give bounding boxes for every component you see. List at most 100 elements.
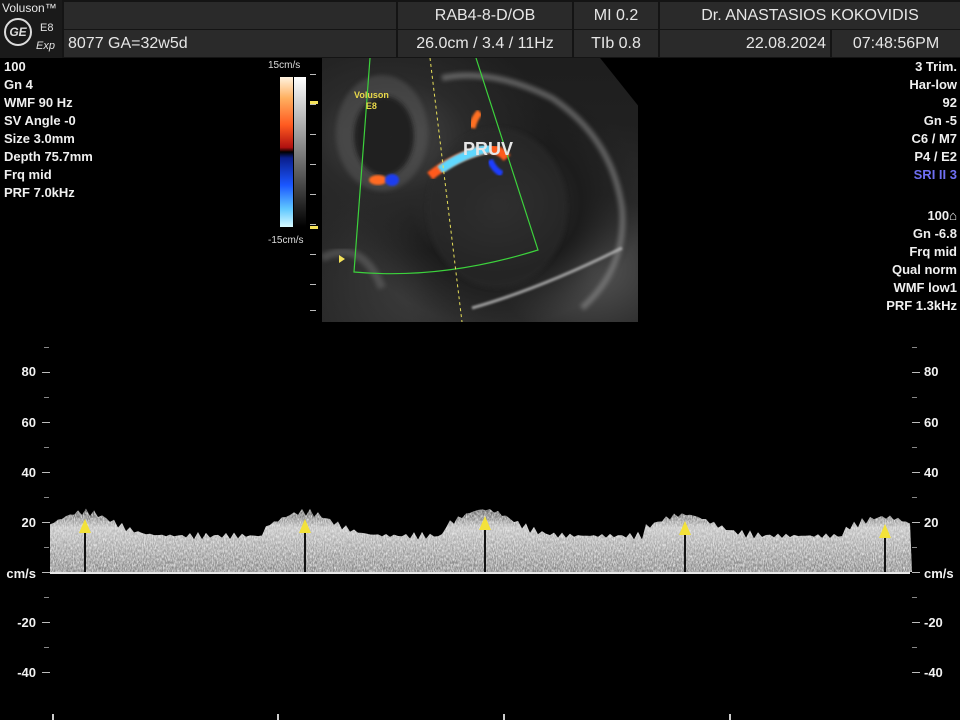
param-line: 92 (942, 95, 957, 110)
patient-label: 8077 GA=32w5d (64, 30, 396, 57)
probe-label: RAB4-8-D/OB (398, 2, 572, 29)
cycle-marker-arrow-icon (79, 518, 91, 533)
axis-tick-mark (44, 647, 49, 648)
axis-tick-label: -20 (924, 615, 943, 630)
param-line: 100 (4, 59, 26, 74)
watermark-line: Voluson (354, 90, 389, 100)
param-line: P4 / E2 (914, 149, 957, 164)
axis-tick-mark (42, 472, 50, 473)
axis-tick-mark (42, 672, 50, 673)
axis-tick-mark (44, 397, 49, 398)
param-line: WMF low1 (893, 280, 957, 295)
axis-tick-mark (912, 597, 917, 598)
axis-tick-label: -20 (17, 615, 36, 630)
voluson-watermark: Voluson E8 (354, 90, 389, 112)
cycle-marker-line (684, 535, 686, 572)
param-line: Frq mid (909, 244, 957, 259)
cycle-marker-arrow-icon (679, 521, 691, 535)
param-line: PRF 7.0kHz (4, 185, 75, 200)
axis-tick-label: 60 (924, 415, 939, 430)
bmode-params: 3 Trim. Har-low 92 Gn -5 C6 / M7 P4 / E2… (909, 58, 957, 184)
mi-label: MI 0.2 (574, 2, 658, 29)
axis-tick-label: 20 (924, 515, 939, 530)
depth-freq-label: 26.0cm / 3.4 / 11Hz (398, 30, 572, 57)
axis-tick-mark (912, 522, 920, 523)
axis-tick-mark (42, 372, 50, 373)
cycle-marker-line (84, 532, 86, 572)
axis-tick-mark (912, 547, 917, 548)
color-params: 100⌂ Gn -6.8 Frq mid Qual norm WMF low1 … (886, 207, 957, 315)
cycle-marker-arrow-icon (879, 523, 891, 538)
cycle-marker-line (304, 532, 306, 572)
axis-tick-mark (912, 647, 917, 648)
axis-tick-mark (44, 447, 49, 448)
axis-tick-mark (912, 447, 917, 448)
param-line: Frq mid (4, 167, 52, 182)
color-scale-bar (280, 77, 293, 227)
depth-scale (310, 74, 318, 311)
axis-tick-mark (912, 672, 920, 673)
axis-tick-label: 40 (21, 465, 36, 480)
axis-tick-mark (912, 397, 917, 398)
axis-tick-mark (42, 572, 50, 573)
param-line: Har-low (909, 77, 957, 92)
edition-label: Exp (36, 40, 55, 52)
param-line: Gn -5 (923, 113, 957, 128)
axis-tick-label: 40 (924, 465, 939, 480)
axis-tick-mark (42, 622, 50, 623)
spectral-baseline (50, 572, 910, 574)
model-label: E8 (40, 22, 54, 34)
color-scale-min: -15cm/s (268, 235, 304, 246)
axis-tick-mark (912, 372, 920, 373)
axis-tick-label: 80 (924, 364, 939, 379)
bmode-image: Voluson E8 PRUV (322, 58, 638, 322)
axis-tick-mark (44, 347, 49, 348)
param-line: Size 3.0mm (4, 131, 75, 146)
axis-tick-mark (42, 422, 50, 423)
tib-label: TIb 0.8 (574, 30, 658, 57)
header-blank-1 (64, 2, 396, 29)
doppler-spectrum (50, 508, 912, 572)
color-scale-max: 15cm/s (268, 60, 301, 71)
ge-logo-icon: GE (4, 18, 32, 46)
watermark-line: E8 (365, 101, 377, 111)
axis-tick-mark (912, 497, 917, 498)
param-line: 3 Trim. (915, 59, 957, 74)
param-line: C6 / M7 (911, 131, 957, 146)
param-line: WMF 90 Hz (4, 95, 73, 110)
brand-label: Voluson™ (2, 1, 57, 15)
axis-tick-label: -40 (17, 665, 36, 680)
axis-tick-mark (912, 572, 920, 573)
param-line: Gn -6.8 (912, 226, 957, 241)
vessel-annotation: PRUV (463, 139, 514, 159)
axis-unit-label: cm/s (924, 566, 954, 581)
axis-tick-mark (44, 547, 49, 548)
axis-tick-mark (912, 422, 920, 423)
axis-tick-label: 80 (21, 364, 36, 379)
focus-marker-icon (339, 255, 345, 263)
axis-tick-mark (912, 347, 917, 348)
axis-tick-label: -40 (924, 665, 943, 680)
date-label: 22.08.2024 (660, 30, 830, 57)
cycle-marker-line (484, 530, 486, 572)
axis-unit-label: cm/s (6, 566, 36, 581)
axis-tick-mark (912, 622, 920, 623)
cycle-marker-arrow-icon (299, 518, 311, 533)
axis-tick-label: 60 (21, 415, 36, 430)
doppler-params: 100 Gn 4 WMF 90 Hz SV Angle -0 Size 3.0m… (4, 58, 93, 202)
param-line: 100⌂ (927, 208, 957, 223)
time-scale (52, 714, 731, 720)
cycle-marker-line (884, 537, 886, 572)
time-label: 07:48:56PM (832, 30, 960, 57)
param-line: Qual norm (891, 262, 957, 277)
axis-tick-mark (912, 472, 920, 473)
param-line: Gn 4 (4, 77, 33, 92)
param-line: Depth 75.7mm (4, 149, 93, 164)
param-line: SV Angle -0 (4, 113, 76, 128)
gray-scale-bar (294, 77, 306, 227)
axis-tick-label: 20 (21, 515, 36, 530)
logo-area: Voluson™ GE E8 Exp (0, 0, 62, 58)
cycle-marker-arrow-icon (479, 516, 491, 530)
axis-tick-mark (44, 497, 49, 498)
param-line: PRF 1.3kHz (886, 298, 957, 313)
